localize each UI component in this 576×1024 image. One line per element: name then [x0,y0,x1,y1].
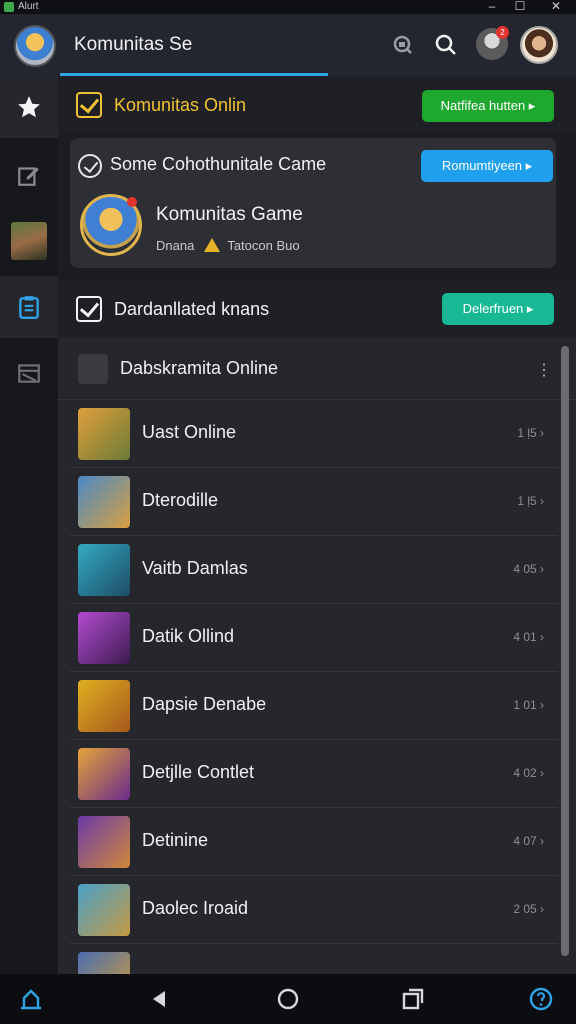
game-meta-left: Dnana [156,238,195,253]
list-item[interactable]: Vaitb Damlas 4 05 › [70,536,558,604]
game-thumbnail [78,476,130,528]
game-name: Komunitas Game [156,204,303,225]
section-checkbox-1[interactable] [76,92,102,118]
game-meta: Dnana Tatocon Buo [156,238,300,253]
rail-item-archive[interactable] [0,342,58,404]
list-item-meta: 4 05 › [513,562,544,576]
list-item[interactable]: Dterodille 1 ḷ5 › [70,468,558,536]
search-icon[interactable] [433,32,459,58]
page-title: Komunitas Se [74,34,193,55]
game-list-panel: Dabskramita Online ⋮ Uast Online 1 ḷ5 › … [58,338,576,974]
game-meta-right: Tatocon Buo [227,238,300,253]
star-icon [18,96,40,118]
list-item-name: Dapsie Denabe [142,694,267,714]
list-item-name: Detinine [142,830,209,850]
minimize-button[interactable]: – [482,0,502,13]
back-icon[interactable] [146,986,172,1012]
list-item-meta: 1 ḷ5 › [517,494,544,508]
game-thumbnail [78,408,130,460]
section-checkbox-2[interactable] [76,296,102,322]
list-item-name: Vaitb Damlas [142,558,248,578]
list-item[interactable]: Datik Ollind 4 01 › [70,604,558,672]
rail-item-clipboard[interactable] [0,276,58,338]
list-item[interactable]: Uast Online 1 ḷ5 › [70,400,558,468]
help-icon[interactable] [528,986,554,1012]
list-item[interactable]: Daolec Iroaid 2 05 › [70,876,558,944]
list-item-meta: 2 05 › [513,902,544,916]
game-thumbnail [78,612,130,664]
list-item-meta: 4 02 › [513,766,544,780]
list-item-name: Uast Online [142,422,237,442]
lock-search-icon[interactable] [389,32,415,58]
home-icon[interactable] [275,986,301,1012]
game-thumbnail [78,952,130,974]
app-name: Alurt [18,1,39,12]
list-item-name: Daolec Iroaid [142,898,249,918]
list-item[interactable]: Detjlle Contlet 4 02 › [70,740,558,808]
close-button[interactable]: ✕ [546,0,566,13]
system-navigation-bar [0,974,576,1024]
list-item-name: Detjlle Contlet [142,762,255,782]
game-thumbnail [78,884,130,936]
card-action-button[interactable]: Romumtiyeen ▸ [421,150,553,182]
list-header-title: Dabskramita Online [120,358,279,378]
main-content: Komunitas Onlin Natfifea hutten ▸ Some C… [58,76,576,974]
game-thumbnail [78,816,130,868]
warning-icon [203,238,220,252]
community-game-card: Some Cohothunitale Came Romumtiyeen ▸ Ko… [70,138,556,268]
section-title-2: Dardanllated knans [114,299,270,319]
list-item[interactable]: Detinine 4 07 › [70,808,558,876]
rail-item-edit[interactable] [0,144,58,206]
section2-action-button[interactable]: Delerfruen ▸ [442,293,554,325]
clipboard-icon [19,296,39,320]
maximize-button[interactable]: ☐ [510,0,530,13]
game-badge-dot [127,197,137,207]
game-thumbnail [78,680,130,732]
game-thumbnail [78,544,130,596]
list-header: Dabskramita Online ⋮ [58,338,576,400]
scrollbar-thumb[interactable] [561,346,569,956]
list-scrollbar[interactable] [561,346,569,956]
section-dardanllated: Dardanllated knans Delerfruen ▸ [58,280,576,338]
game-avatar[interactable] [80,194,142,256]
list-item-meta: 1 01 › [513,698,544,712]
list-item-meta: 1 ḷ5 › [517,426,544,440]
card-heading: Some Cohothunitale Came [110,154,327,174]
section-title-1: Komunitas Onlin [114,95,247,115]
community-avatar[interactable] [14,25,56,67]
rail-item-profile[interactable] [0,210,58,272]
list-item-name: Datik Ollind [142,626,235,646]
list-item-name: Dterodille [142,490,219,510]
list-header-icon [78,354,108,384]
window-title-bar: Alurt – ☐ ✕ [0,0,576,14]
edit-note-icon [18,167,39,186]
app-header: Komunitas Se 2 [0,14,576,76]
home-outline-icon[interactable] [18,986,44,1012]
card-check-icon [78,154,102,178]
section-komunitas-online: Komunitas Onlin Natfifea hutten ▸ [58,76,576,134]
game-thumbnail [78,748,130,800]
profile-avatar[interactable] [520,26,558,64]
notification-badge: 2 [496,26,509,39]
more-options-icon[interactable]: ⋮ [536,360,552,380]
left-navigation-rail [0,76,58,974]
list-item[interactable]: Dapsie Denabe 1 01 › [70,672,558,740]
list-item[interactable] [70,944,558,974]
list-item-meta: 4 01 › [513,630,544,644]
profile-thumbnail [11,222,47,260]
recent-apps-icon[interactable] [400,986,426,1012]
app-icon [4,2,14,12]
section1-action-button[interactable]: Natfifea hutten ▸ [422,90,554,122]
archive-icon [18,364,40,383]
rail-item-favorites[interactable] [0,76,58,138]
list-item-meta: 4 07 › [513,834,544,848]
